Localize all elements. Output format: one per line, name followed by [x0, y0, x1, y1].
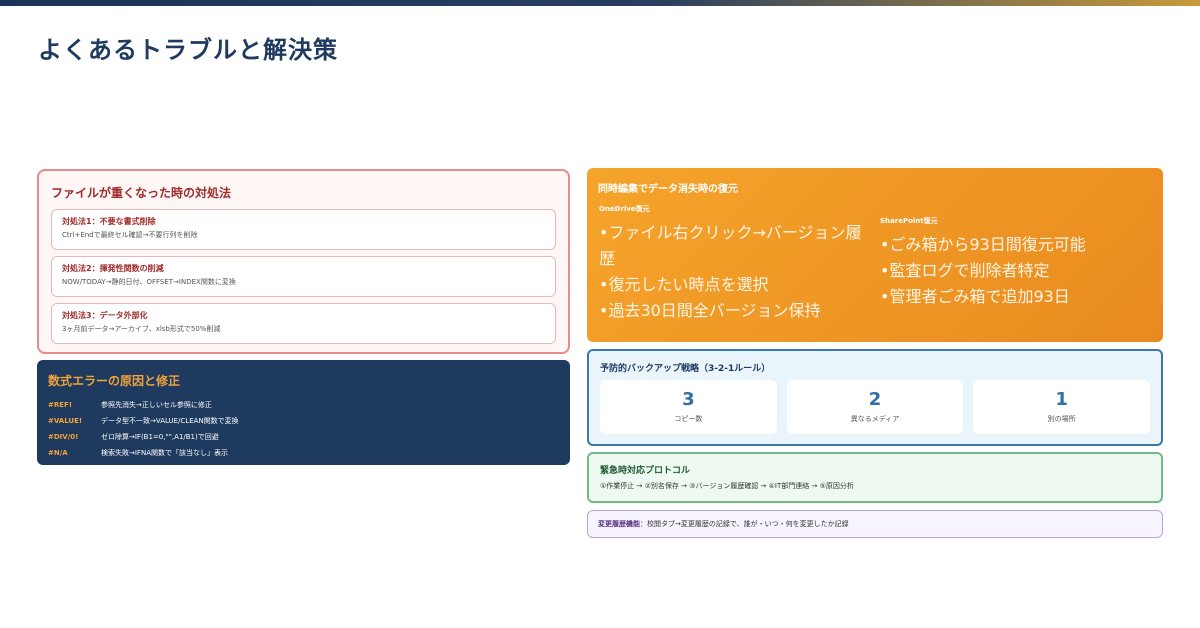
fix-desc: 3ヶ月前データ→アーカイブ、xlsb形式で50%削減 — [62, 325, 221, 333]
backup-stats: 3 コピー数 2 異なるメディア 1 別の場所 — [600, 380, 1151, 434]
error-desc: ゼロ除算→IF(B1=0,"",A1/B1)で回避 — [101, 433, 219, 441]
onedrive-item: •復元したい時点を選択 — [599, 275, 769, 294]
history-key: 変更履歴機能 — [598, 520, 640, 528]
onedrive-item: •過去30日間全バージョン保持 — [599, 301, 821, 320]
emergency-card-header: 緊急時対応プロトコル — [600, 466, 691, 476]
stat-label: 異なるメディア — [850, 415, 900, 423]
sharepoint-item: •ごみ箱から93日間復元可能 — [880, 235, 1086, 254]
backup-card-header: 予防的バックアップ戦略（3-2-1ルール） — [600, 364, 771, 374]
stat-number: 3 — [682, 389, 695, 410]
sharepoint-item: •管理者ごみ箱で追加93日 — [880, 287, 1070, 306]
error-desc: 参照先消失→正しいセル参照に修正 — [101, 401, 212, 409]
recover-card-header: 同時編集でデータ消失時の復元 — [598, 184, 738, 195]
error-code: #VALUE! — [48, 417, 83, 425]
error-card-header: 数式エラーの原因と修正 — [48, 374, 181, 388]
fix-title: 対処法2：揮発性関数の削減 — [62, 264, 164, 273]
onedrive-label: OneDrive復元 — [599, 205, 650, 213]
backup-stat: 1 別の場所 — [973, 380, 1151, 434]
backup-stat: 3 コピー数 — [600, 380, 777, 434]
history-text: ：校閲タブ→変更履歴の記録で、誰が・いつ・何を変更したか記録 — [640, 520, 849, 528]
recover-card: 同時編集でデータ消失時の復元 OneDrive復元 •ファイル右クリック→バージ… — [587, 168, 1163, 342]
error-row: #N/A 検索失敗→IFNA関数で「該当なし」表示 — [48, 445, 559, 461]
sharepoint-item: •監査ログで削除者特定 — [880, 261, 1050, 280]
error-row: #DIV/0! ゼロ除算→IF(B1=0,"",A1/B1)で回避 — [48, 429, 559, 445]
fix-title: 対処法3：データ外部化 — [62, 311, 148, 320]
fix-desc: NOW/TODAY→静的日付、OFFSET→INDEX関数に変換 — [62, 278, 236, 286]
perf-card: ファイルが重くなった時の対処法 対処法1：不要な書式削除 Ctrl+Endで最終… — [37, 169, 570, 354]
error-desc: データ型不一致→VALUE/CLEAN関数で変換 — [101, 417, 239, 425]
fix-item: 対処法1：不要な書式削除 Ctrl+Endで最終セル確認→不要行列を削除 — [51, 209, 556, 250]
fix-item: 対処法3：データ外部化 3ヶ月前データ→アーカイブ、xlsb形式で50%削減 — [51, 303, 556, 344]
page-title: よくあるトラブルと解決策 — [38, 36, 338, 64]
stat-number: 1 — [1055, 389, 1068, 410]
stat-number: 2 — [868, 389, 882, 410]
perf-card-header: ファイルが重くなった時の対処法 — [51, 186, 232, 200]
fix-desc: Ctrl+Endで最終セル確認→不要行列を削除 — [62, 231, 198, 239]
emergency-card: 緊急時対応プロトコル ①作業停止 → ②別名保存 → ③バージョン履歴確認 → … — [587, 452, 1163, 503]
error-code: #REF! — [48, 401, 73, 409]
error-code: #DIV/0! — [48, 433, 79, 441]
top-accent-bar — [0, 0, 1200, 6]
error-row: #VALUE! データ型不一致→VALUE/CLEAN関数で変換 — [48, 413, 559, 429]
emergency-steps: ①作業停止 → ②別名保存 → ③バージョン履歴確認 → ④IT部門連絡 → ⑤… — [600, 482, 854, 490]
onedrive-column: OneDrive復元 •ファイル右クリック→バージョン履歴 •復元したい時点を選… — [599, 204, 869, 324]
onedrive-item: •ファイル右クリック→バージョン履歴 — [599, 223, 862, 268]
error-row: #REF! 参照先消失→正しいセル参照に修正 — [48, 397, 559, 413]
backup-stat: 2 異なるメディア — [786, 380, 964, 434]
sharepoint-column: SharePoint復元 •ごみ箱から93日間復元可能 •監査ログで削除者特定 … — [880, 216, 1150, 310]
sharepoint-label: SharePoint復元 — [880, 217, 938, 225]
stat-label: コピー数 — [674, 415, 703, 423]
error-desc: 検索失敗→IFNA関数で「該当なし」表示 — [101, 449, 228, 457]
backup-card: 予防的バックアップ戦略（3-2-1ルール） 3 コピー数 2 異なるメディア 1… — [587, 349, 1163, 446]
history-note: 変更履歴機能：校閲タブ→変更履歴の記録で、誰が・いつ・何を変更したか記録 — [587, 510, 1163, 538]
stat-label: 別の場所 — [1047, 415, 1076, 423]
fix-title: 対処法1：不要な書式削除 — [62, 217, 156, 226]
error-code: #N/A — [48, 449, 68, 457]
fix-item: 対処法2：揮発性関数の削減 NOW/TODAY→静的日付、OFFSET→INDE… — [51, 256, 556, 297]
error-card: 数式エラーの原因と修正 #REF! 参照先消失→正しいセル参照に修正 #VALU… — [37, 360, 570, 465]
